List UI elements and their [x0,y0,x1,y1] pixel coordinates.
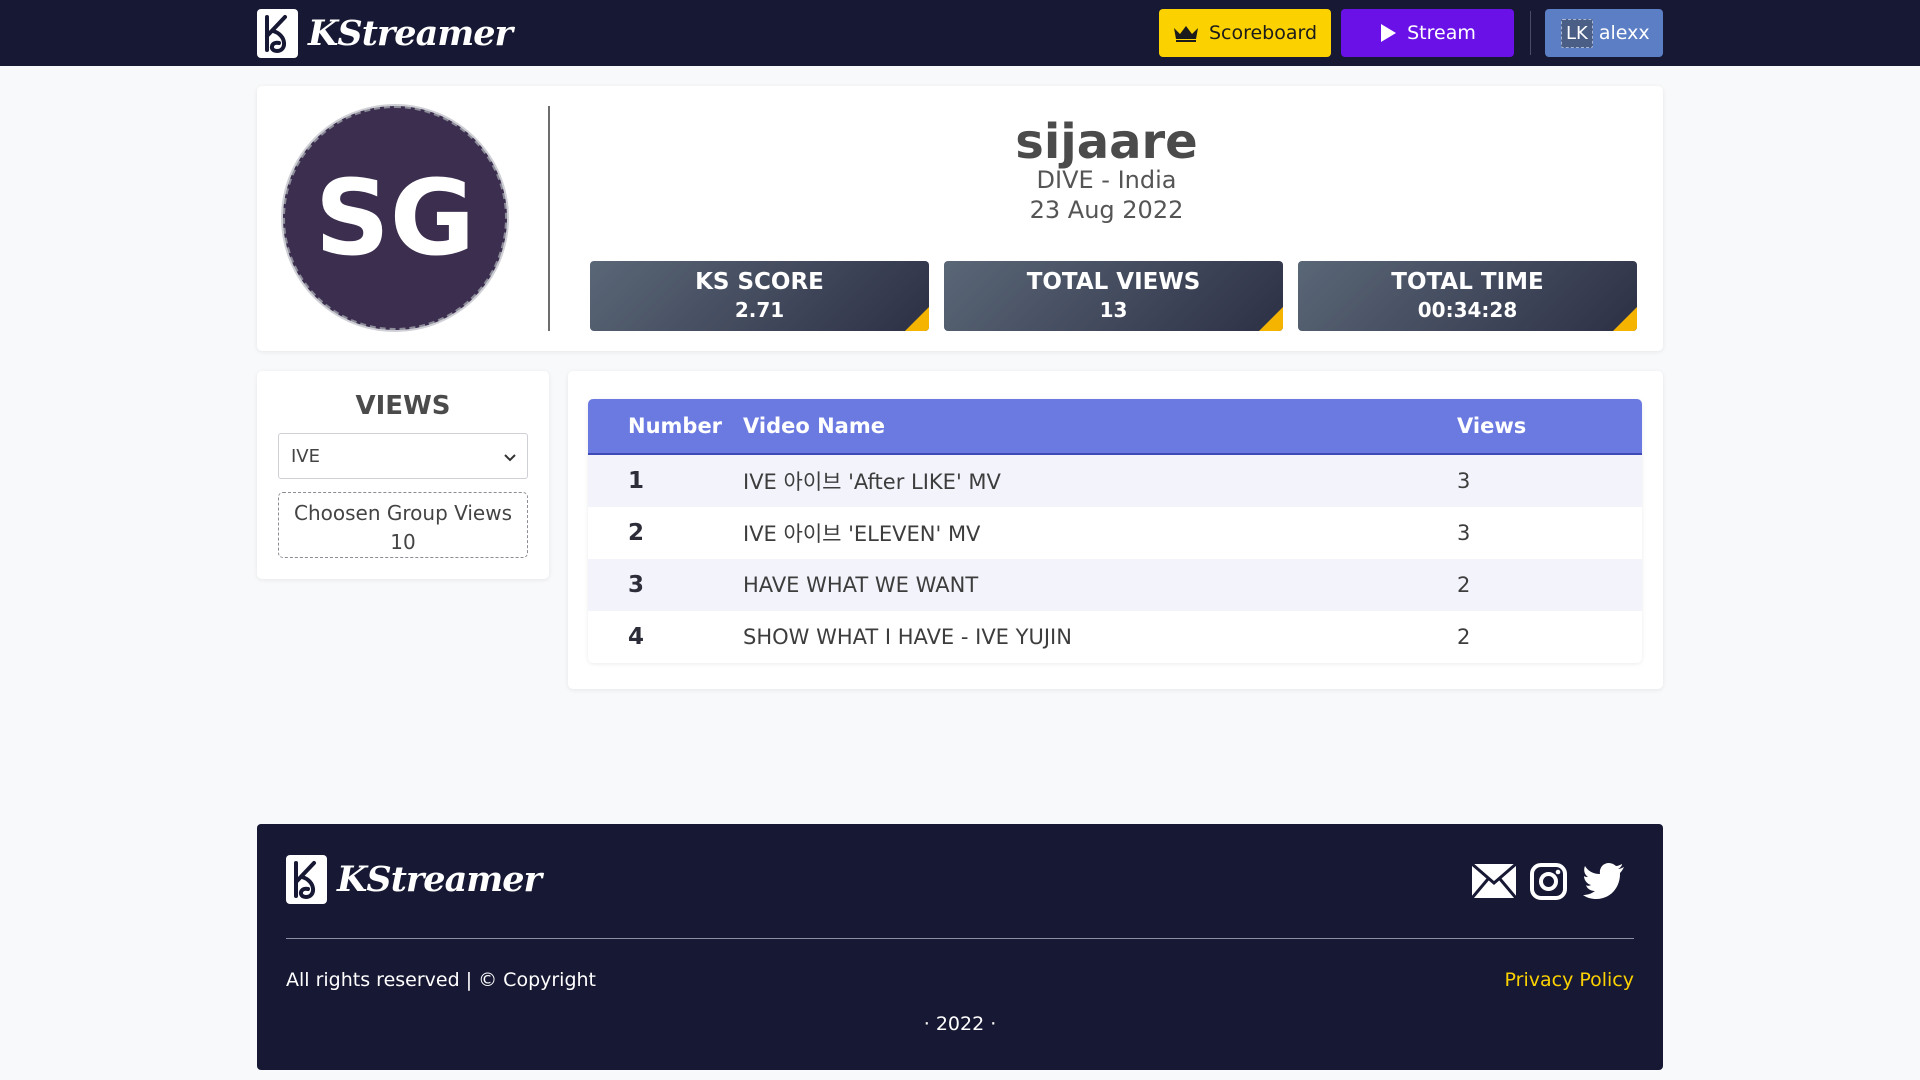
column-header-number: Number [628,414,723,438]
videos-card: Number Video Name Views 1 IVE 아이브 'After… [568,371,1663,689]
row-number: 2 [628,520,645,546]
kstreamer-logo-icon [286,854,327,904]
crown-icon [1173,24,1199,42]
table-body: 1 IVE 아이브 'After LIKE' MV 3 2 IVE 아이브 'E… [588,455,1642,663]
footer-year: · 2022 · [923,1013,997,1035]
row-views: 3 [1457,469,1471,493]
chosen-group-views-value: 10 [390,530,416,554]
brand-name: KStreamer [308,12,513,54]
views-title: VIEWS [355,391,451,421]
row-video-name: IVE 아이브 'ELEVEN' MV [743,522,981,546]
views-card: VIEWS IVE Choosen Group Views 10 [257,371,549,579]
privacy-policy-link[interactable]: Privacy Policy [1505,969,1634,991]
chosen-group-views-box: Choosen Group Views 10 [278,492,528,558]
stat-value: 2.71 [734,298,785,322]
stat-ks-score: KS SCORE 2.71 [590,261,929,331]
user-menu-button[interactable]: LK alexx [1545,9,1663,57]
stat-total-time: TOTAL TIME 00:34:28 [1298,261,1637,331]
row-views: 3 [1457,521,1471,545]
instagram-icon[interactable] [1530,863,1567,900]
footer-divider [286,938,1634,939]
row-number: 3 [628,572,645,598]
row-views: 2 [1457,573,1471,597]
row-views: 2 [1457,625,1471,649]
navbar-divider [1530,11,1531,55]
footer-brand-name: KStreamer [337,858,542,900]
column-header-video-name: Video Name [743,414,885,438]
stat-total-views: TOTAL VIEWS 13 [944,261,1283,331]
group-select-value: IVE [291,445,320,467]
profile-avatar: SG [283,106,507,330]
brand-logo-link[interactable]: KStreamer [257,8,513,58]
table-header: Number Video Name Views [588,399,1642,455]
row-video-name: HAVE WHAT WE WANT [743,573,979,597]
profile-date: 23 Aug 2022 [1029,196,1184,224]
stream-button[interactable]: Stream [1341,9,1514,57]
table-row: 1 IVE 아이브 'After LIKE' MV 3 [588,455,1642,507]
table-row: 3 HAVE WHAT WE WANT 2 [588,559,1642,611]
chosen-group-views-label: Choosen Group Views [294,501,512,525]
top-navbar: KStreamer Scoreboard Stream LK alexx [0,0,1920,66]
row-video-name: SHOW WHAT I HAVE - IVE YUJIN [743,625,1072,649]
group-select[interactable]: IVE [278,433,528,479]
stat-value: 00:34:28 [1417,298,1518,322]
scoreboard-button[interactable]: Scoreboard [1159,9,1331,57]
chevron-down-icon [503,448,517,469]
stat-label: KS SCORE [695,269,824,295]
row-number: 1 [628,468,645,494]
profile-group-country: DIVE - India [1036,166,1177,194]
user-name: alexx [1598,22,1650,44]
stream-label: Stream [1407,22,1476,44]
profile-name: sijaare [1015,114,1198,170]
footer-brand-link[interactable]: KStreamer [286,854,542,904]
stat-value: 13 [1099,298,1128,322]
mail-icon[interactable] [1471,863,1517,899]
table-row: 2 IVE 아이브 'ELEVEN' MV 3 [588,507,1642,559]
twitter-icon[interactable] [1583,863,1625,899]
stat-label: TOTAL VIEWS [1026,269,1201,295]
stat-label: TOTAL TIME [1391,269,1544,295]
row-video-name: IVE 아이브 'After LIKE' MV [743,470,1001,494]
kstreamer-logo-icon [257,8,298,58]
profile-card: SG sijaare DIVE - India 23 Aug 2022 KS S… [257,86,1663,351]
footer: KStreamer All rights reserved | © Copyri… [257,824,1663,1070]
videos-table: Number Video Name Views 1 IVE 아이브 'After… [588,399,1642,663]
play-icon [1379,23,1397,43]
row-number: 4 [628,624,645,650]
table-row: 4 SHOW WHAT I HAVE - IVE YUJIN 2 [588,611,1642,663]
scoreboard-label: Scoreboard [1208,22,1318,44]
footer-rights: All rights reserved | © Copyright [286,969,597,991]
column-header-views: Views [1457,414,1527,438]
user-avatar: LK [1561,18,1593,48]
